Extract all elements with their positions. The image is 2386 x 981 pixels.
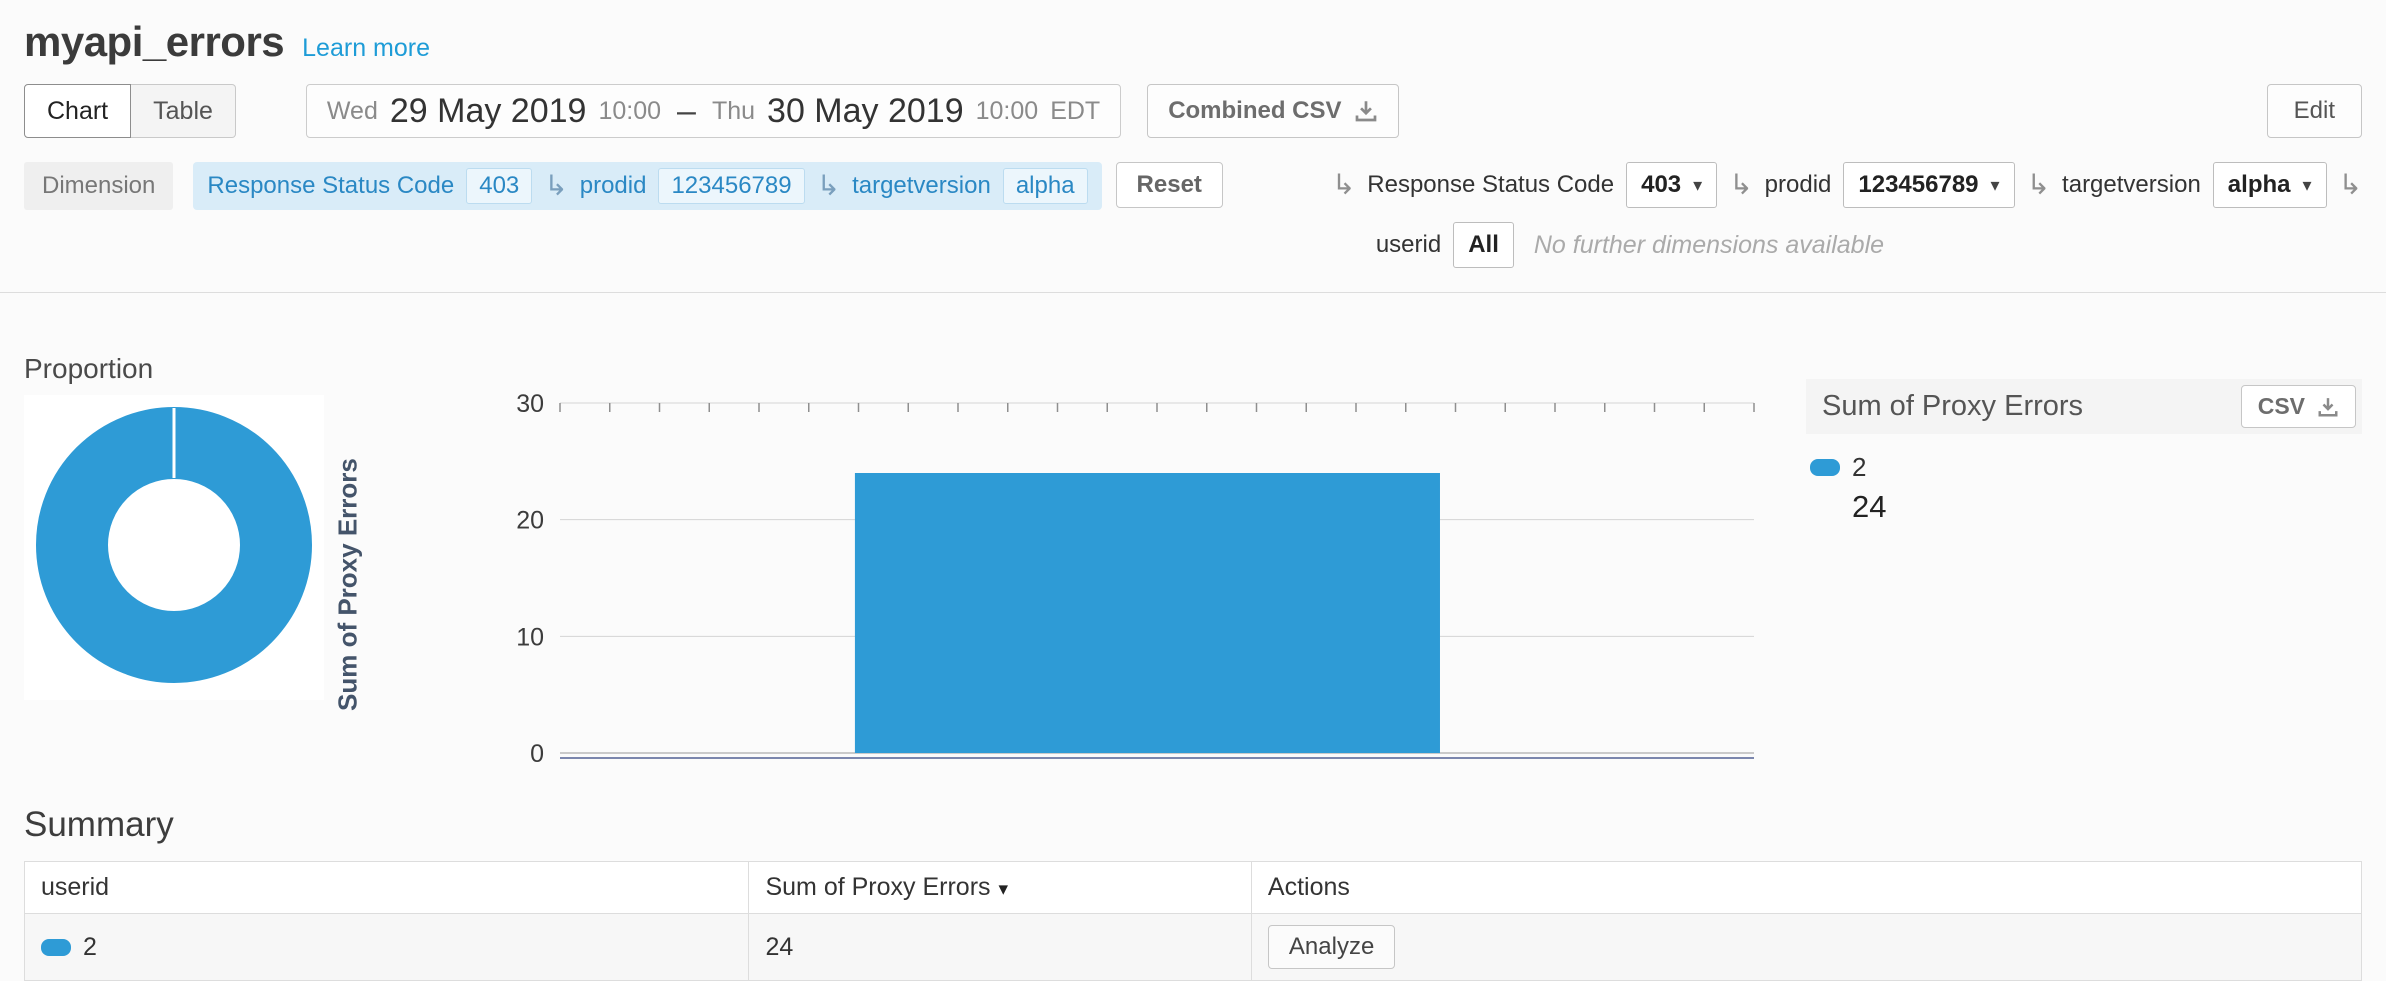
summary-header-row: userid Sum of Proxy Errors ▾ Actions: [25, 862, 2362, 914]
dropdown-targetversion[interactable]: alpha ▾: [2213, 162, 2327, 208]
csv-button[interactable]: CSV: [2241, 385, 2356, 428]
no-more-dimensions-message: No further dimensions available: [1534, 231, 1884, 260]
sort-desc-icon: ▾: [999, 879, 1009, 900]
filter-chip-targetversion-value[interactable]: alpha: [1003, 168, 1088, 204]
drill-arrow-icon: ↳: [1332, 171, 1355, 199]
legend-item[interactable]: 2: [1810, 452, 2362, 483]
tab-chart[interactable]: Chart: [24, 84, 131, 138]
drill-arrow-icon: ↳: [544, 172, 567, 200]
date-range-picker[interactable]: Wed 29 May 2019 10:00 – Thu 30 May 2019 …: [306, 84, 1121, 138]
legend-panel: Sum of Proxy Errors CSV 2 24: [1806, 379, 2362, 525]
picker-label-targetversion: targetversion: [2062, 171, 2201, 199]
userid-cell: 2: [25, 914, 749, 981]
view-toggle: Chart Table: [24, 84, 236, 138]
end-day-of-week: Thu: [712, 97, 755, 126]
summary-table: userid Sum of Proxy Errors ▾ Actions 2 24…: [24, 861, 2362, 981]
end-date: 30 May 2019: [767, 92, 964, 131]
caret-down-icon: ▾: [1991, 175, 2000, 196]
proportion-chart-card: [24, 395, 324, 700]
column-header-userid[interactable]: userid: [25, 862, 749, 914]
start-date: 29 May 2019: [390, 92, 587, 131]
dimension-picker: ↳ Response Status Code 403 ▾ ↳ prodid 12…: [1312, 162, 2362, 268]
proportion-donut-chart[interactable]: [34, 405, 314, 685]
svg-text:10: 10: [516, 623, 544, 651]
picker-label-userid: userid: [1376, 231, 1441, 259]
proportion-column: Proportion: [24, 353, 324, 700]
row-swatch: [41, 939, 71, 956]
filter-chip-prodid-value[interactable]: 123456789: [658, 168, 804, 204]
bar-chart[interactable]: 0 10 20 30: [498, 389, 1760, 781]
column-header-sum[interactable]: Sum of Proxy Errors ▾: [749, 862, 1251, 914]
column-header-sum-label: Sum of Proxy Errors: [765, 873, 990, 901]
proportion-title: Proportion: [24, 353, 324, 385]
dropdown-response-status-code[interactable]: 403 ▾: [1626, 162, 1717, 208]
start-day-of-week: Wed: [327, 97, 378, 126]
svg-text:30: 30: [516, 390, 544, 418]
analytics-report-page: myapi_errors Learn more Chart Table Wed …: [0, 0, 2386, 981]
legend-item-value: 24: [1852, 489, 2362, 525]
dropdown-value: All: [1468, 231, 1499, 259]
actions-cell: Analyze: [1251, 914, 2361, 981]
column-header-actions: Actions: [1251, 862, 2361, 914]
dropdown-value: 123456789: [1858, 171, 1978, 199]
toolbar: Chart Table Wed 29 May 2019 10:00 – Thu …: [24, 84, 2362, 138]
filter-chip-targetversion-label[interactable]: targetversion: [852, 172, 991, 200]
caret-down-icon: ▾: [2302, 175, 2311, 196]
y-axis-label: Sum of Proxy Errors: [328, 389, 368, 781]
dimension-picker-row-1: ↳ Response Status Code 403 ▾ ↳ prodid 12…: [1332, 162, 2362, 208]
drill-arrow-icon: ↳: [2027, 171, 2050, 199]
toolbar-spacer: [1399, 84, 2267, 138]
picker-label-response-status-code: Response Status Code: [1367, 171, 1614, 199]
summary-title: Summary: [24, 805, 2362, 845]
userid-value: 2: [83, 933, 97, 962]
tab-table[interactable]: Table: [131, 84, 236, 138]
dropdown-value: 403: [1641, 171, 1681, 199]
drill-arrow-icon: ↳: [2339, 171, 2362, 199]
combined-csv-label: Combined CSV: [1168, 97, 1341, 125]
charts-section: Proportion Sum of Proxy Errors 0 10 20 30 S…: [24, 353, 2362, 781]
title-bar: myapi_errors Learn more: [24, 18, 2362, 66]
learn-more-link[interactable]: Learn more: [302, 34, 430, 63]
dropdown-userid[interactable]: All: [1453, 222, 1514, 268]
page-title: myapi_errors: [24, 18, 284, 66]
filter-chip-response-status-code-label[interactable]: Response Status Code: [207, 172, 454, 200]
dropdown-prodid[interactable]: 123456789 ▾: [1843, 162, 2014, 208]
legend-title: Sum of Proxy Errors: [1822, 390, 2083, 423]
dimension-label: Dimension: [24, 162, 173, 210]
svg-text:0: 0: [530, 740, 544, 768]
drilldown-breadcrumb: Response Status Code 403 ↳ prodid 123456…: [193, 162, 1101, 210]
end-time: 10:00: [976, 97, 1039, 126]
svg-text:20: 20: [516, 507, 544, 535]
dimension-picker-row-2: userid All No further dimensions availab…: [1332, 222, 2362, 268]
reset-button[interactable]: Reset: [1116, 162, 1223, 208]
drill-arrow-icon: ↳: [817, 172, 840, 200]
caret-down-icon: ▾: [1693, 175, 1702, 196]
edit-button[interactable]: Edit: [2267, 84, 2362, 138]
legend-swatch: [1810, 459, 1840, 476]
legend-item-label: 2: [1852, 452, 1866, 483]
drill-arrow-icon: ↳: [1729, 171, 1752, 199]
filter-chip-prodid-label[interactable]: prodid: [580, 172, 647, 200]
timezone-label: EDT: [1050, 97, 1100, 126]
table-row: 2 24 Analyze: [25, 914, 2362, 981]
picker-label-prodid: prodid: [1765, 171, 1832, 199]
analyze-button[interactable]: Analyze: [1268, 925, 1395, 969]
download-icon: [1354, 99, 1378, 123]
legend-header: Sum of Proxy Errors CSV: [1806, 379, 2362, 434]
csv-label: CSV: [2258, 393, 2305, 420]
sum-cell: 24: [749, 914, 1251, 981]
date-range-separator: –: [677, 92, 696, 131]
dimension-bar: Dimension Response Status Code 403 ↳ pro…: [24, 162, 2362, 268]
filter-chip-response-status-code-value[interactable]: 403: [466, 168, 532, 204]
combined-csv-button[interactable]: Combined CSV: [1147, 84, 1398, 138]
start-time: 10:00: [598, 97, 661, 126]
dropdown-value: alpha: [2228, 171, 2291, 199]
download-icon: [2317, 396, 2339, 418]
section-divider: [0, 292, 2386, 293]
